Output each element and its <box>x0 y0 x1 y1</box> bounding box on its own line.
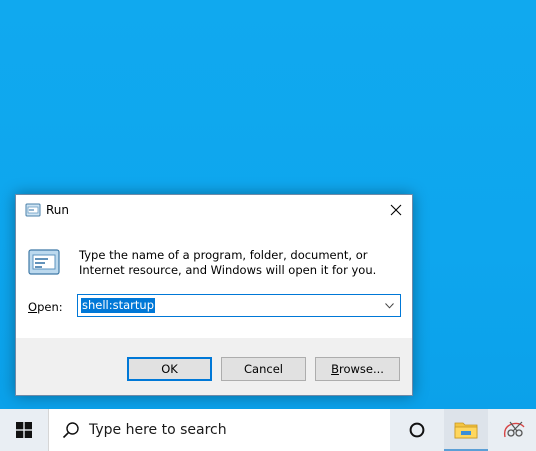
dropdown-button[interactable] <box>381 297 398 314</box>
close-button[interactable] <box>380 195 412 225</box>
dialog-title: Run <box>46 203 70 217</box>
open-label: Open: <box>28 300 63 314</box>
browse-button[interactable]: Browse... <box>315 357 400 381</box>
run-dialog: Run Type the name of a program, folder, … <box>15 194 413 396</box>
taskbar-search-box[interactable]: Type here to search <box>48 409 390 451</box>
browse-label-text: rowse... <box>338 362 384 376</box>
file-explorer-icon <box>454 422 478 439</box>
cortana-circle-icon <box>409 422 425 438</box>
dialog-titlebar[interactable]: Run <box>16 195 412 225</box>
ok-button[interactable]: OK <box>127 357 212 381</box>
run-icon <box>28 249 60 275</box>
dialog-content: Type the name of a program, folder, docu… <box>16 225 412 338</box>
windows-logo-icon <box>16 422 32 438</box>
snip-sketch-icon <box>503 421 525 438</box>
open-input-value[interactable]: shell:startup <box>81 298 155 313</box>
open-label-text: pen: <box>37 300 63 314</box>
open-label-accelerator: O <box>28 300 38 314</box>
search-icon <box>62 422 79 439</box>
browse-accelerator: B <box>331 362 339 376</box>
close-icon <box>390 204 402 216</box>
cortana-button[interactable] <box>396 409 438 451</box>
taskbar: Type here to search <box>0 409 536 451</box>
open-combobox[interactable]: shell:startup <box>77 294 401 317</box>
snip-sketch-button[interactable] <box>494 409 536 451</box>
run-icon <box>25 203 41 217</box>
search-placeholder: Type here to search <box>89 422 227 438</box>
start-button[interactable] <box>0 409 48 451</box>
chevron-down-icon <box>385 302 394 309</box>
file-explorer-button[interactable] <box>444 409 488 451</box>
dialog-description: Type the name of a program, folder, docu… <box>79 248 377 277</box>
cancel-button[interactable]: Cancel <box>221 357 306 381</box>
